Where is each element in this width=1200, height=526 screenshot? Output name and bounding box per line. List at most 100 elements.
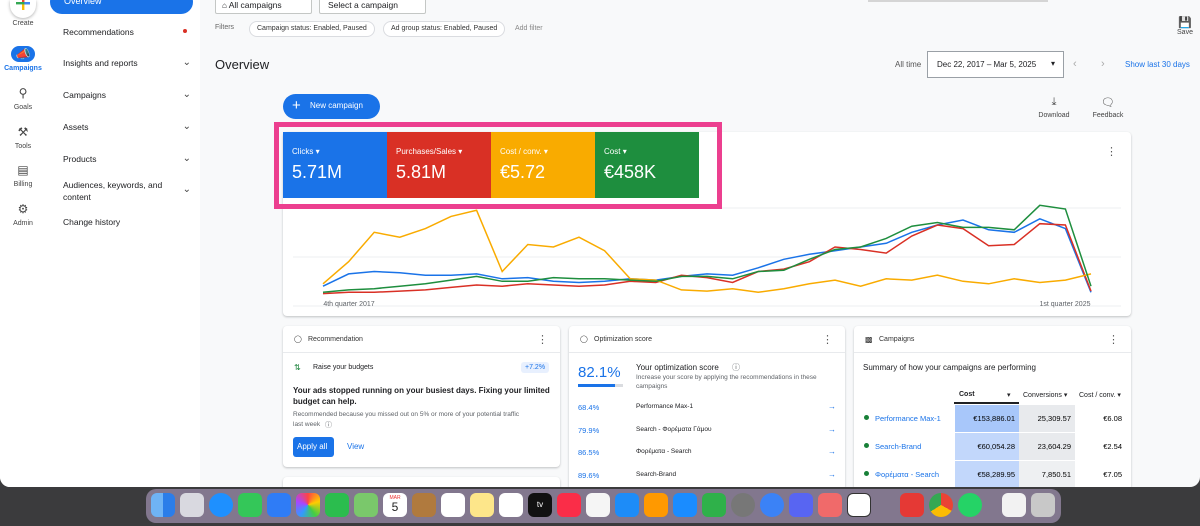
download-label: Download	[1038, 112, 1070, 119]
previous-period-arrow-icon[interactable]: ‹	[1073, 58, 1077, 70]
create-button[interactable]: Create	[0, 0, 46, 27]
nav-item-recommendations[interactable]: Recommendations	[63, 27, 191, 37]
cost-cell: €58,289.95	[955, 461, 1019, 487]
campaign-name-link[interactable]: Search-Brand	[875, 442, 921, 451]
column-header-conversions[interactable]: Conversions ▾	[1023, 391, 1067, 399]
apply-all-button[interactable]: Apply all	[293, 437, 334, 457]
nav-label-audiences-1: Audiences, keywords, and	[63, 180, 163, 190]
photos-icon[interactable]	[296, 493, 320, 517]
save-button[interactable]: 💾 Save	[1172, 16, 1198, 36]
cost-conv-cell: €2.54	[1103, 442, 1122, 451]
col-cost-label: Cost	[959, 391, 975, 398]
row-campaign-name: Performance Max-1	[636, 403, 694, 410]
download-button[interactable]: ⤓ Download	[1037, 96, 1071, 119]
date-range-picker[interactable]: Dec 22, 2017 – Mar 5, 2025 ▾	[927, 51, 1064, 78]
trash-icon[interactable]	[1031, 493, 1055, 517]
music-icon[interactable]	[557, 493, 581, 517]
rail-label-campaigns: Campaigns	[4, 65, 42, 72]
campaign-status-filter-chip[interactable]: Campaign status: Enabled, Paused	[249, 21, 375, 37]
score-track	[578, 384, 623, 387]
home-icon: ⌂	[222, 1, 227, 10]
rail-item-admin[interactable]: ⚙ Admin	[0, 201, 46, 227]
campaign-name-link[interactable]: Φορέματα - Search	[875, 470, 939, 479]
maps-icon[interactable]	[354, 493, 378, 517]
show-last-30-days-link[interactable]: Show last 30 days	[1125, 60, 1190, 69]
gear-icon: ⚙	[17, 202, 29, 216]
column-header-cost-per-conv[interactable]: Cost / conv. ▾	[1079, 391, 1121, 399]
asana-icon[interactable]	[818, 493, 842, 517]
add-filter-link[interactable]: Add filter	[515, 25, 543, 32]
cleanup-tool-icon[interactable]	[760, 493, 784, 517]
more-options-icon[interactable]: ⋮	[537, 333, 548, 346]
nav-item-insights[interactable]: Insights and reports ⌄	[63, 57, 191, 68]
recommendation-headline-1: Your ads stopped running on your busiest…	[293, 386, 550, 395]
whatsapp-icon[interactable]	[958, 493, 982, 517]
calendar-day: 5	[391, 500, 399, 514]
arrow-right-icon: →	[828, 402, 836, 411]
finder-icon[interactable]	[151, 493, 175, 517]
chevron-down-icon: ⌄	[182, 153, 191, 164]
nav-item-campaigns[interactable]: Campaigns ⌄	[63, 89, 191, 100]
all-campaigns-label: All campaigns	[228, 0, 282, 10]
keynote-icon[interactable]	[615, 493, 639, 517]
nav-item-assets[interactable]: Assets ⌄	[63, 121, 191, 132]
view-link[interactable]: View	[347, 442, 364, 451]
mail-icon[interactable]	[267, 493, 291, 517]
lightbulb-icon: ◯	[294, 336, 302, 343]
nav-label-recommendations: Recommendations	[63, 27, 134, 37]
notes-icon[interactable]	[470, 493, 494, 517]
feedback-icon: 🗨	[1101, 97, 1115, 109]
discord-icon[interactable]	[789, 493, 813, 517]
calendar-icon[interactable]: MAR 5	[383, 493, 407, 517]
rail-item-billing[interactable]: ▤ Billing	[0, 162, 46, 188]
nav-item-change-history[interactable]: Change history	[63, 217, 191, 227]
megaphone-icon: 📣	[11, 46, 35, 62]
row-campaign-name: Search - Φορέματα Γάμου	[636, 426, 712, 433]
facetime-icon[interactable]	[325, 493, 349, 517]
all-campaigns-selector[interactable]: ⌂ All campaigns	[215, 0, 312, 14]
help-icon[interactable]: ⓘ	[732, 362, 740, 373]
campaign-selector[interactable]: Select a campaign	[319, 0, 426, 14]
chevron-down-icon: ⌄	[182, 57, 191, 68]
pages-icon[interactable]	[644, 493, 668, 517]
nav-item-products[interactable]: Products ⌄	[63, 153, 191, 164]
rail-label-goals: Goals	[13, 104, 33, 111]
numbers-icon[interactable]	[702, 493, 726, 517]
messages-icon[interactable]	[238, 493, 262, 517]
sort-down-icon: ▾	[1007, 392, 1011, 399]
campaign-name-link[interactable]: Performance Max-1	[875, 414, 941, 423]
system-settings-icon[interactable]	[731, 493, 755, 517]
rail-item-goals[interactable]: ⚲ Goals	[0, 85, 46, 111]
more-options-icon[interactable]: ⋮	[822, 333, 833, 346]
nav-label-products: Products	[63, 154, 97, 164]
reminders-icon[interactable]	[441, 493, 465, 517]
next-period-arrow-icon[interactable]: ›	[1101, 58, 1105, 70]
nav-item-audiences[interactable]: Audiences, keywords, and content ⌄	[63, 180, 191, 202]
notion-icon[interactable]	[847, 493, 871, 517]
row-score: 89.6%	[578, 471, 600, 480]
safari-icon[interactable]	[209, 493, 233, 517]
rail-item-campaigns[interactable]: 📣 Campaigns	[0, 46, 46, 72]
launchpad-icon[interactable]	[180, 493, 204, 517]
nav-item-overview[interactable]: Overview	[50, 0, 193, 14]
rail-item-tools[interactable]: ⚒ Tools	[0, 124, 46, 150]
app-store-icon[interactable]	[673, 493, 697, 517]
save-label: Save	[1177, 29, 1193, 36]
chrome-icon[interactable]	[929, 493, 953, 517]
create-plus-icon	[10, 0, 36, 18]
feedback-button[interactable]: 🗨 Feedback	[1090, 96, 1126, 119]
news-icon[interactable]	[586, 493, 610, 517]
document-icon[interactable]	[1002, 493, 1026, 517]
sort-indicator-line	[954, 402, 1019, 404]
freeform-icon[interactable]	[499, 493, 523, 517]
more-options-icon[interactable]: ⋮	[1108, 333, 1119, 346]
toggl-icon[interactable]	[900, 493, 924, 517]
all-time-label: All time	[895, 60, 922, 69]
optimization-score-value: 82.1%	[578, 364, 621, 381]
conversions-cell: 7,850.51	[1019, 461, 1075, 487]
ad-group-status-filter-chip[interactable]: Ad group status: Enabled, Paused	[383, 21, 506, 37]
column-header-cost[interactable]: Cost ▾	[959, 391, 1011, 399]
contacts-icon[interactable]	[412, 493, 436, 517]
new-campaign-button[interactable]: + New campaign	[283, 94, 380, 119]
apple-tv-icon[interactable]: tv	[528, 493, 552, 517]
